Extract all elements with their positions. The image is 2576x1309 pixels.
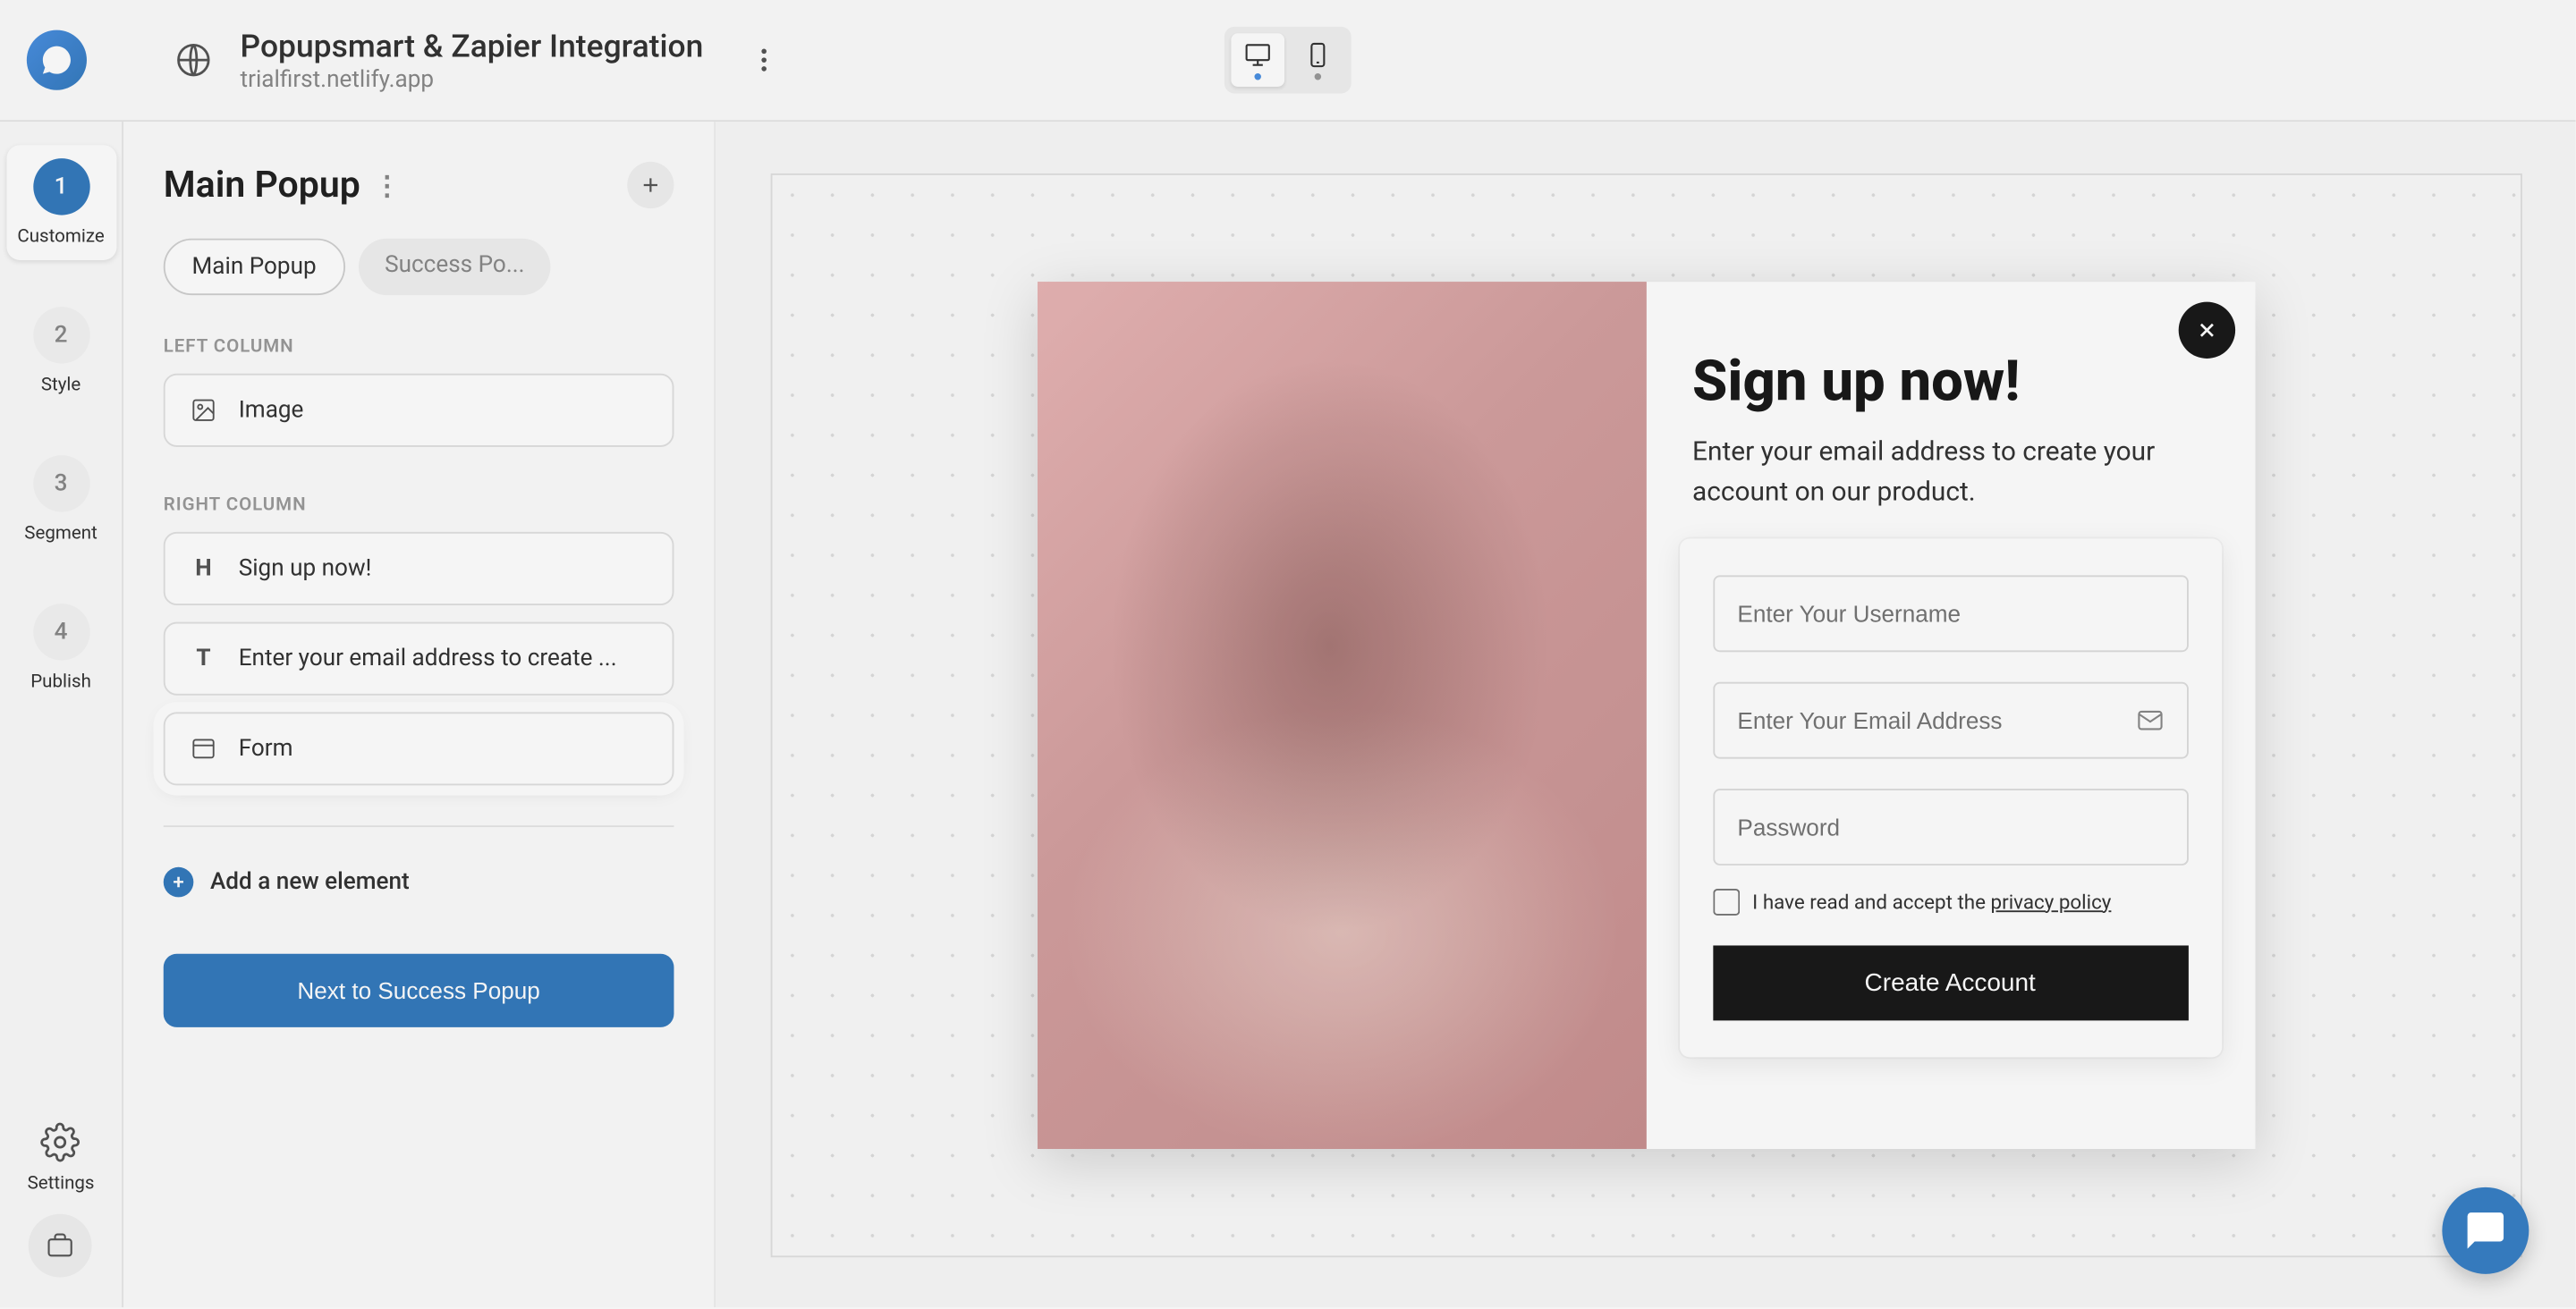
step-number: 1 — [32, 158, 89, 215]
inactive-dot-icon — [1315, 73, 1321, 80]
mail-icon — [2134, 705, 2165, 735]
consent-checkbox-row[interactable]: I have read and accept the privacy polic… — [1712, 888, 2188, 915]
plus-icon — [639, 173, 662, 197]
popup-close-button[interactable] — [2178, 301, 2234, 358]
add-popup-button[interactable] — [627, 162, 674, 208]
step-publish[interactable]: 4 Publish — [6, 590, 116, 705]
add-element-label: Add a new element — [210, 869, 410, 896]
consent-prefix: I have read and accept the — [1752, 890, 1990, 913]
element-heading[interactable]: H Sign up now! — [164, 532, 674, 605]
email-input[interactable] — [1712, 681, 2188, 758]
step-label: Customize — [17, 225, 104, 247]
mobile-icon — [1303, 40, 1334, 71]
popup-heading: Sign up now! — [1692, 348, 2207, 415]
active-dot-icon — [1254, 73, 1260, 80]
header-titles: Popupsmart & Zapier Integration trialfir… — [241, 27, 704, 94]
app-logo[interactable] — [27, 30, 87, 90]
popup-subtext: Enter your email address to create your … — [1692, 431, 2207, 511]
header-more-button[interactable] — [743, 40, 784, 80]
element-text[interactable]: T Enter your email address to create ... — [164, 622, 674, 696]
gear-icon — [41, 1122, 81, 1162]
step-label: Segment — [24, 522, 97, 544]
device-toggle — [1224, 27, 1352, 94]
form-icon — [189, 734, 219, 764]
step-number: 2 — [32, 307, 89, 363]
logo-icon — [40, 43, 73, 76]
text-icon: T — [189, 644, 219, 674]
globe-icon[interactable] — [174, 40, 214, 80]
step-number: 4 — [32, 604, 89, 660]
step-label: Style — [41, 374, 80, 395]
step-segment[interactable]: 3 Segment — [6, 442, 116, 557]
settings-label: Settings — [28, 1172, 95, 1194]
add-element-button[interactable]: + Add a new element — [164, 857, 674, 908]
tab-main-popup[interactable]: Main Popup — [164, 239, 345, 295]
heading-icon: H — [189, 553, 219, 584]
page-subtitle: trialfirst.netlify.app — [241, 67, 704, 94]
preview-frame: Sign up now! Enter your email address to… — [770, 173, 2521, 1256]
briefcase-icon — [46, 1230, 76, 1261]
consent-checkbox[interactable] — [1712, 888, 1739, 915]
element-label: Form — [239, 735, 293, 762]
privacy-policy-link[interactable]: privacy policy — [1991, 890, 2112, 913]
page-title: Popupsmart & Zapier Integration — [241, 27, 704, 65]
step-rail: 1 Customize 2 Style 3 Segment 4 Publish … — [0, 122, 123, 1307]
left-column-label: LEFT COLUMN — [164, 335, 674, 357]
tab-success-popup[interactable]: Success Po... — [358, 239, 551, 295]
next-button[interactable]: Next to Success Popup — [164, 954, 674, 1027]
mobile-device-button[interactable] — [1292, 33, 1345, 87]
sidebar-title: Main Popup ⋮ — [164, 165, 401, 207]
image-icon — [189, 395, 219, 426]
popup-form: I have read and accept the privacy polic… — [1679, 537, 2221, 1056]
step-label: Publish — [30, 671, 91, 692]
popup-image — [1037, 281, 1646, 1148]
sidebar-title-text: Main Popup — [164, 165, 360, 207]
popup-image-column — [1037, 281, 1646, 1148]
element-form[interactable]: Form — [164, 712, 674, 785]
step-customize[interactable]: 1 Customize — [6, 145, 116, 260]
customize-sidebar: Main Popup ⋮ Main Popup Success Po... LE… — [123, 122, 716, 1307]
desktop-icon — [1242, 40, 1273, 71]
sidebar-more-button[interactable]: ⋮ — [374, 169, 401, 200]
close-icon — [2194, 317, 2217, 341]
element-label: Sign up now! — [239, 555, 372, 582]
consent-text: I have read and accept the privacy polic… — [1752, 890, 2111, 913]
settings-button[interactable]: Settings — [28, 1122, 95, 1194]
app-header: Popupsmart & Zapier Integration trialfir… — [0, 0, 2576, 122]
desktop-device-button[interactable] — [1231, 33, 1284, 87]
username-input[interactable] — [1712, 574, 2188, 651]
popup-preview: Sign up now! Enter your email address to… — [1037, 281, 2254, 1148]
element-label: Enter your email address to create ... — [239, 646, 617, 672]
plus-icon: + — [164, 867, 194, 898]
right-column-label: RIGHT COLUMN — [164, 494, 674, 515]
password-input[interactable] — [1712, 788, 2188, 865]
chat-icon — [2464, 1209, 2507, 1252]
create-account-button[interactable]: Create Account — [1712, 945, 2188, 1020]
popup-content-column: Sign up now! Enter your email address to… — [1646, 281, 2255, 1148]
preview-canvas: Sign up now! Enter your email address to… — [716, 122, 2575, 1307]
element-image[interactable]: Image — [164, 374, 674, 447]
element-label: Image — [239, 397, 304, 424]
divider — [164, 825, 674, 827]
briefcase-button[interactable] — [30, 1214, 93, 1278]
dots-vertical-icon — [749, 45, 779, 75]
step-style[interactable]: 2 Style — [6, 293, 116, 409]
popup-tabs: Main Popup Success Po... — [164, 239, 674, 295]
step-number: 3 — [32, 455, 89, 511]
chat-fab[interactable] — [2442, 1187, 2529, 1274]
